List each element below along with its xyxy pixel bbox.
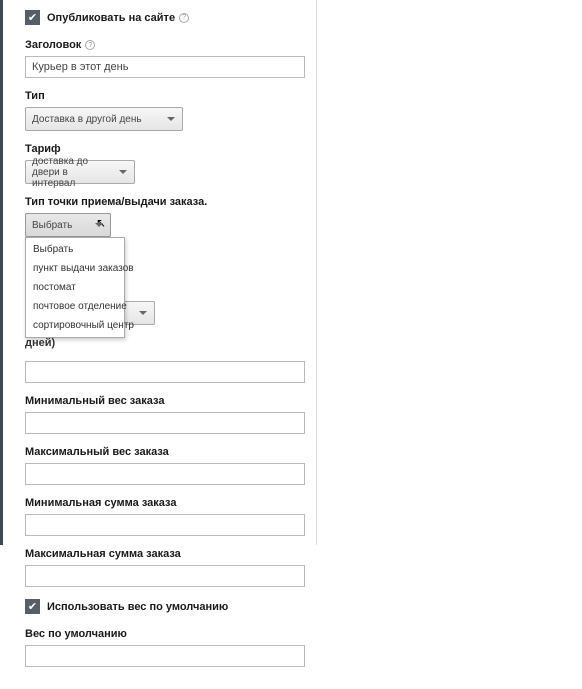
tariff-label: Тариф — [25, 143, 298, 155]
days-suffix: дней) — [25, 337, 55, 349]
heading-label: Заголовок ? — [25, 39, 298, 51]
column-divider — [316, 0, 317, 545]
min-sum-label: Минимальная сумма заказа — [25, 497, 298, 509]
pickup-type-field: Тип точки приема/выдачи заказа. Выбрать … — [25, 196, 298, 237]
min-sum-field: Минимальная сумма заказа — [25, 497, 298, 536]
pickup-option-postomat[interactable]: постомат — [26, 278, 124, 297]
heading-label-text: Заголовок — [25, 39, 81, 51]
max-weight-label: Максимальный вес заказа — [25, 446, 298, 458]
generic-input-1[interactable] — [25, 361, 305, 383]
pickup-option-post[interactable]: почтовое отделение — [26, 297, 124, 316]
type-field: Тип Доставка в другой день — [25, 90, 298, 131]
default-weight-label: Вес по умолчанию — [25, 628, 298, 640]
max-sum-field: Максимальная сумма заказа — [25, 548, 298, 587]
min-weight-field: Минимальный вес заказа — [25, 395, 298, 434]
pickup-type-dropdown: Выбрать пункт выдачи заказов постомат по… — [25, 237, 125, 338]
publish-label: Опубликовать на сайте ? — [47, 12, 189, 24]
pickup-option-pickup[interactable]: пункт выдачи заказов — [26, 259, 124, 278]
days-suffix-row: дней) — [25, 337, 298, 349]
heading-input[interactable] — [25, 56, 305, 78]
use-default-weight-label: Использовать вес по умолчанию — [47, 601, 228, 613]
publish-label-text: Опубликовать на сайте — [47, 12, 175, 24]
max-sum-label: Максимальная сумма заказа — [25, 548, 298, 560]
tariff-field: Тариф доставка до двери в интервал — [25, 143, 298, 184]
publish-checkbox[interactable]: ✔ — [25, 10, 40, 25]
pickup-option-sort[interactable]: сортировочный центр — [26, 316, 124, 335]
tariff-select[interactable]: доставка до двери в интервал — [25, 160, 135, 184]
type-select-value: Доставка в другой день — [32, 114, 142, 125]
max-weight-input[interactable] — [25, 463, 305, 485]
pickup-option-select[interactable]: Выбрать — [26, 240, 124, 259]
min-sum-input[interactable] — [25, 514, 305, 536]
use-default-weight-row: ✔ Использовать вес по умолчанию — [25, 599, 298, 614]
type-select[interactable]: Доставка в другой день — [25, 107, 183, 131]
min-weight-label: Минимальный вес заказа — [25, 395, 298, 407]
use-default-weight-checkbox[interactable]: ✔ — [25, 599, 40, 614]
cursor-icon: ↖ — [96, 216, 106, 230]
pickup-type-value: Выбрать — [32, 220, 72, 231]
admin-sidebar-edge — [0, 0, 3, 545]
type-label: Тип — [25, 90, 298, 102]
publish-checkbox-row: ✔ Опубликовать на сайте ? — [25, 10, 298, 25]
form-panel: ✔ Опубликовать на сайте ? Заголовок ? Ти… — [3, 0, 313, 689]
pickup-type-label: Тип точки приема/выдачи заказа. — [25, 196, 298, 208]
default-weight-input[interactable] — [25, 645, 305, 667]
default-weight-field: Вес по умолчанию — [25, 628, 298, 667]
empty-input-1 — [25, 361, 298, 383]
tariff-select-value: доставка до двери в интервал — [32, 156, 112, 189]
min-weight-input[interactable] — [25, 412, 305, 434]
pickup-type-select[interactable]: Выбрать ↖ — [25, 213, 111, 237]
heading-field: Заголовок ? — [25, 39, 298, 78]
help-icon[interactable]: ? — [179, 13, 189, 23]
max-weight-field: Максимальный вес заказа — [25, 446, 298, 485]
max-sum-input[interactable] — [25, 565, 305, 587]
help-icon[interactable]: ? — [85, 40, 95, 50]
